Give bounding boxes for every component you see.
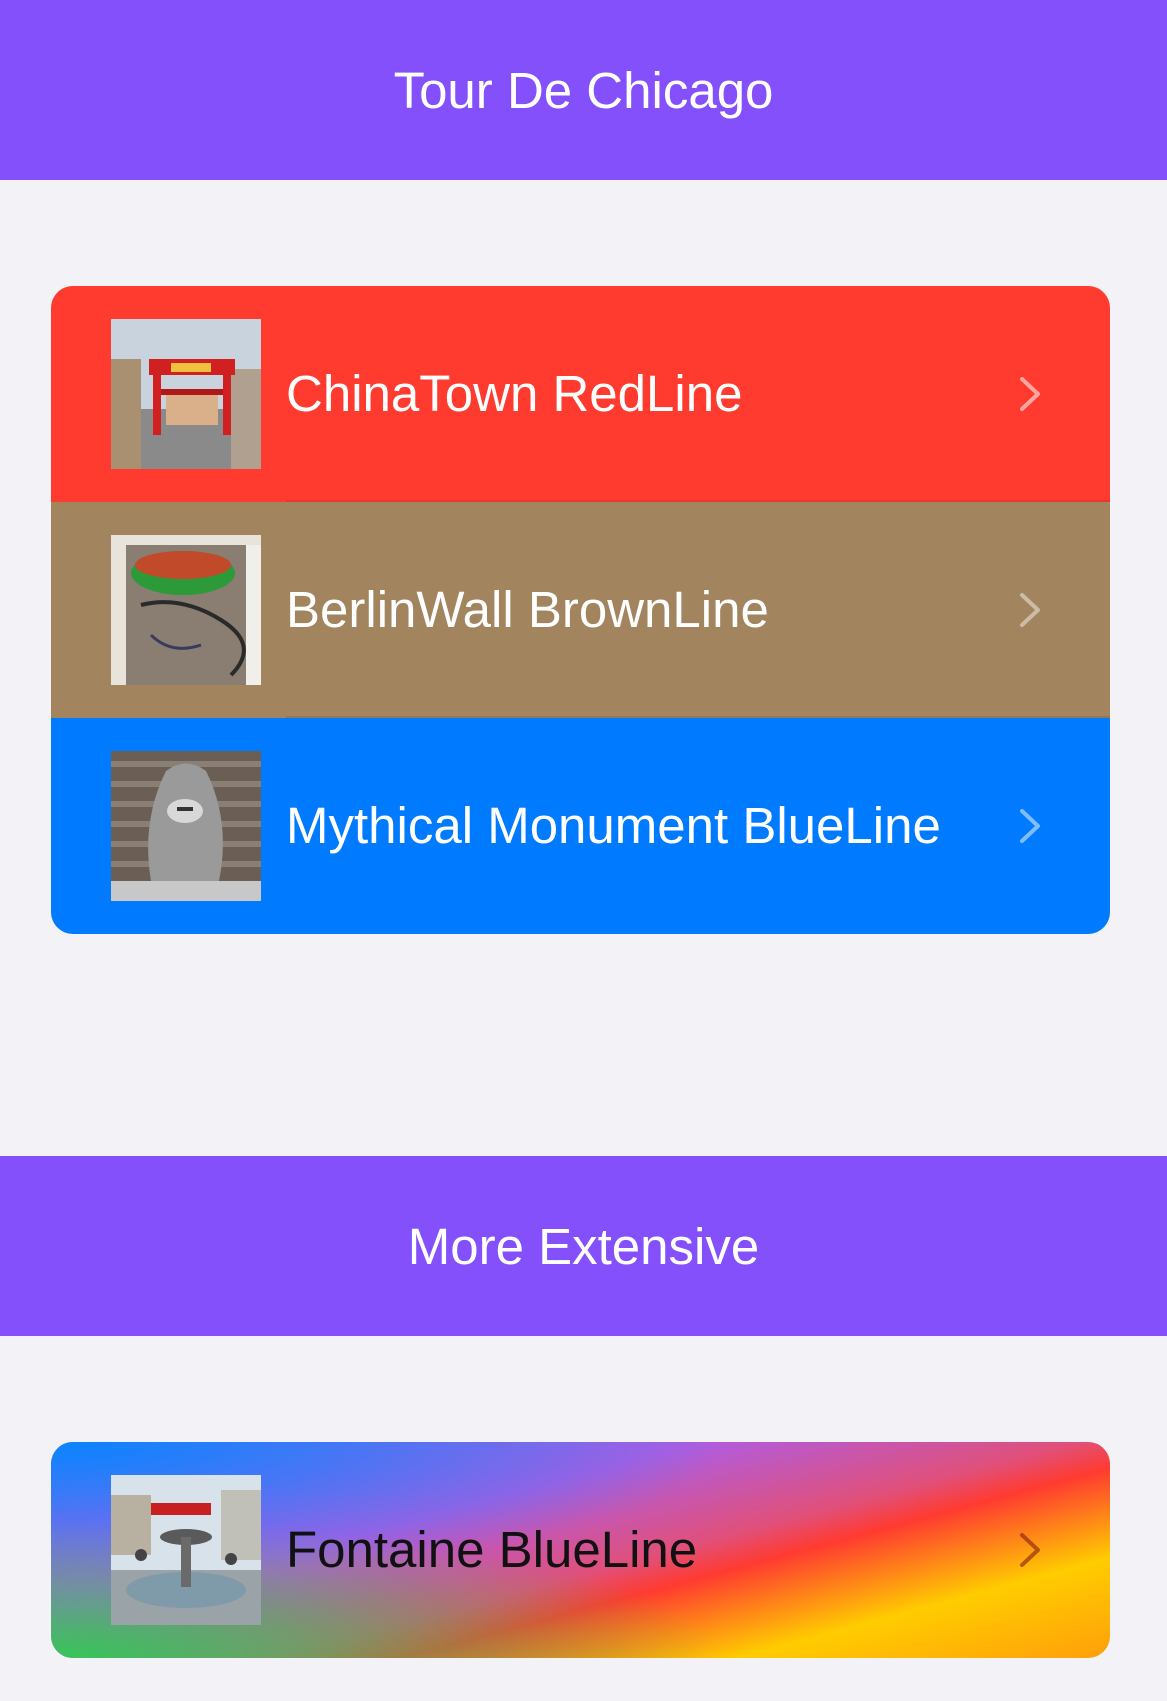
page-title: Tour De Chicago	[393, 61, 774, 119]
section-header: More Extensive	[0, 1156, 1167, 1336]
row-label: BerlinWall BrownLine	[286, 581, 769, 638]
nav-header: Tour De Chicago	[0, 0, 1167, 180]
picasso-sculpture-thumbnail	[111, 751, 261, 901]
chinatown-gate-thumbnail	[111, 319, 261, 469]
list-item-berlinwall[interactable]: BerlinWall BrownLine	[51, 502, 1110, 718]
list-item-fontaine[interactable]: Fontaine BlueLine	[51, 1442, 1110, 1658]
row-label: Mythical Monument BlueLine	[286, 797, 941, 854]
row-label: ChinaTown RedLine	[286, 365, 743, 422]
chevron-right-icon	[1020, 593, 1040, 627]
fountain-thumbnail	[111, 1475, 261, 1625]
chevron-right-icon	[1020, 809, 1040, 843]
chevron-right-icon	[1020, 1533, 1040, 1567]
tour-list: ChinaTown RedLine BerlinWall BrownLine M…	[51, 286, 1110, 934]
section-title: More Extensive	[407, 1217, 760, 1275]
list-item-chinatown[interactable]: ChinaTown RedLine	[51, 286, 1110, 502]
row-label: Fontaine BlueLine	[286, 1521, 698, 1578]
extensive-tour-list: Fontaine BlueLine	[51, 1442, 1110, 1658]
chevron-right-icon	[1020, 377, 1040, 411]
berlin-wall-thumbnail	[111, 535, 261, 685]
list-item-mythical-monument[interactable]: Mythical Monument BlueLine	[51, 718, 1110, 934]
